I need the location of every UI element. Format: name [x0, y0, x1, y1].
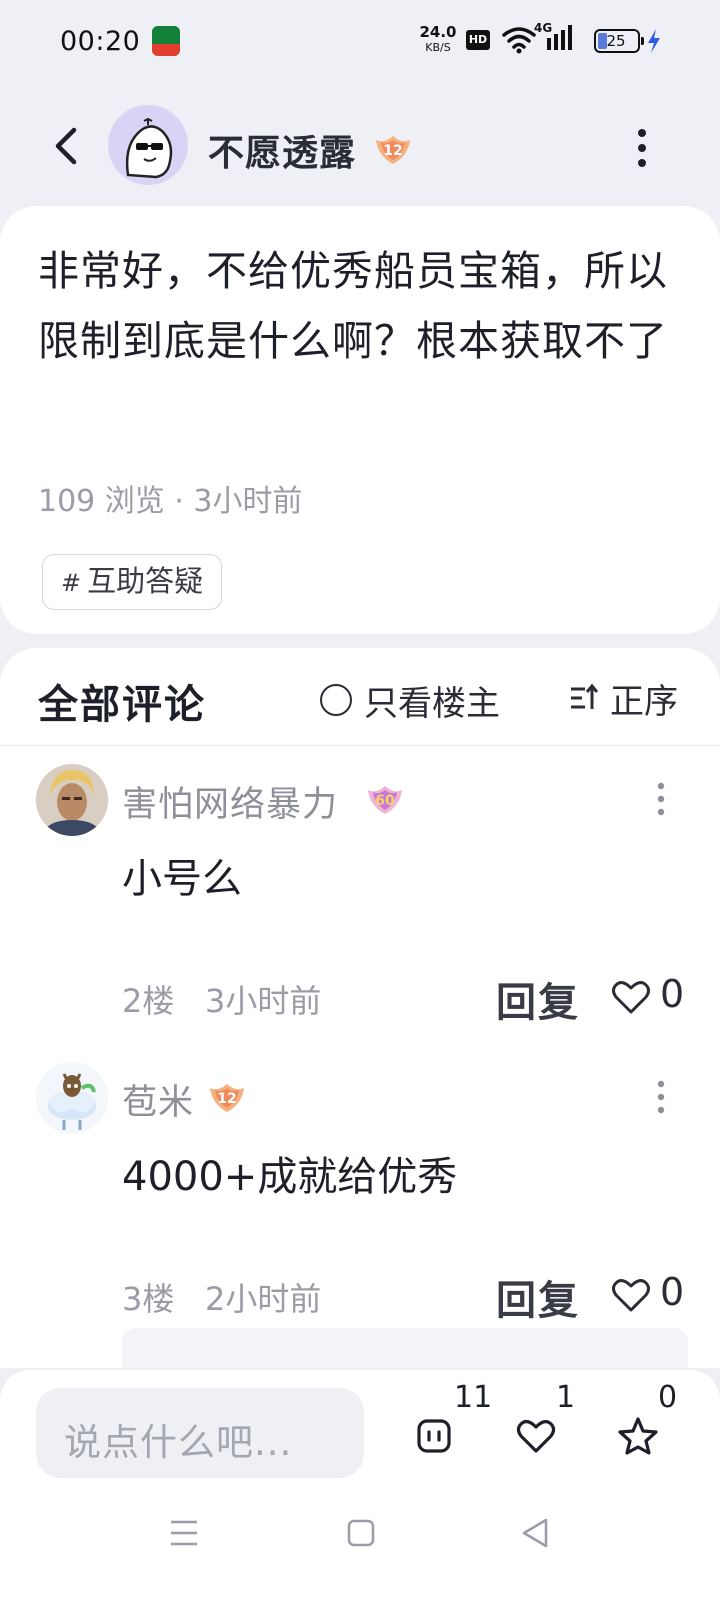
battery-level: 25	[606, 32, 626, 50]
comment-icon[interactable]	[414, 1416, 454, 1456]
author-level: 12	[383, 143, 402, 159]
level-badge-icon: 12	[376, 136, 410, 164]
status-bar: 00:20 24.0 KB/S HD 4G 25	[0, 0, 720, 84]
comment-time: 3小时前	[205, 982, 322, 1020]
commenter-avatar[interactable]	[36, 764, 108, 836]
comment-count: 11	[454, 1380, 493, 1415]
app-icon	[152, 26, 180, 56]
favorite-count: 0	[658, 1380, 678, 1415]
heart-icon[interactable]	[611, 1276, 651, 1314]
author-name[interactable]: 不愿透露	[208, 124, 356, 176]
post-card: 非常好，不给优秀船员宝箱，所以限制到底是什么啊？根本获取不了 109 浏览 · …	[0, 206, 720, 634]
like-count: 1	[556, 1380, 576, 1415]
comment-input[interactable]: 说点什么吧...	[36, 1388, 364, 1478]
comment-item: 害怕网络暴力 60 小号么 2楼 3小时前 回复 0	[0, 764, 720, 1064]
comment-input-placeholder: 说点什么吧...	[64, 1421, 293, 1464]
system-nav-bar	[0, 1500, 720, 1604]
post-header: 不愿透露 12	[0, 90, 720, 200]
like-icon[interactable]	[516, 1416, 556, 1456]
heart-icon[interactable]	[611, 978, 651, 1016]
comment-floor: 2楼	[122, 982, 175, 1020]
comment-floor: 3楼	[122, 1280, 175, 1318]
commenter-level: 60	[375, 793, 395, 809]
post-meta: 109 浏览 · 3小时前	[38, 484, 303, 519]
sort-icon	[571, 683, 598, 709]
comments-section: 全部评论 只看楼主 正序 害怕网络暴力 60 小号么 2楼 3小时前 回复 0 …	[0, 648, 720, 1368]
comment-time: 2小时前	[205, 1280, 322, 1318]
status-time: 00:20	[60, 26, 141, 57]
more-icon[interactable]	[634, 128, 650, 168]
op-only-label: 只看楼主	[364, 683, 500, 724]
comment-text: 小号么	[122, 856, 242, 902]
back-icon[interactable]	[48, 124, 88, 168]
wifi-icon	[502, 27, 536, 54]
nav-back-icon[interactable]	[520, 1516, 550, 1550]
commenter-name[interactable]: 苞米	[122, 1074, 194, 1125]
commenter-avatar[interactable]	[36, 1062, 108, 1134]
charging-icon	[648, 29, 660, 53]
sort-label: 正序	[610, 681, 678, 722]
bottom-action-bar: 说点什么吧... 11 1 0	[0, 1370, 720, 1604]
comment-more-icon[interactable]	[656, 782, 666, 816]
network-speed-unit: KB/S	[425, 41, 451, 54]
hash-icon: #	[61, 569, 82, 597]
comments-title: 全部评论	[38, 682, 206, 728]
commenter-name[interactable]: 害怕网络暴力	[122, 776, 338, 827]
sub-reply-preview[interactable]	[122, 1328, 688, 1368]
level-badge-icon: 12	[210, 1084, 244, 1112]
comment-item: 苞米 12 4000+成就给优秀 3楼 2小时前 回复 0	[0, 1062, 720, 1362]
sort-toggle[interactable]: 正序	[568, 678, 678, 722]
home-icon[interactable]	[346, 1516, 376, 1550]
reply-button[interactable]: 回复	[496, 970, 580, 1028]
comment-like-count: 0	[660, 1270, 685, 1314]
comment-text: 4000+成就给优秀	[122, 1154, 458, 1200]
battery-icon: 25	[594, 29, 644, 53]
network-speed: 24.0 KB/S	[418, 23, 458, 54]
reply-button[interactable]: 回复	[496, 1268, 580, 1326]
comments-header: 全部评论 只看楼主 正序	[0, 648, 720, 746]
radio-icon	[320, 684, 352, 716]
menu-icon[interactable]	[168, 1516, 200, 1550]
comment-more-icon[interactable]	[656, 1080, 666, 1114]
star-icon[interactable]	[618, 1416, 658, 1456]
comment-like-count: 0	[660, 972, 685, 1016]
post-tag-label: 互助答疑	[87, 564, 204, 598]
author-avatar[interactable]	[108, 105, 188, 185]
level-badge-icon: 60	[368, 786, 402, 814]
post-tag[interactable]: # 互助答疑	[42, 554, 223, 610]
hd-badge: HD	[466, 30, 490, 50]
post-title: 非常好，不给优秀船员宝箱，所以限制到底是什么啊？根本获取不了	[38, 247, 668, 365]
commenter-level: 12	[217, 1091, 236, 1107]
op-only-toggle[interactable]: 只看楼主	[320, 680, 500, 724]
network-speed-value: 24.0	[419, 23, 457, 41]
